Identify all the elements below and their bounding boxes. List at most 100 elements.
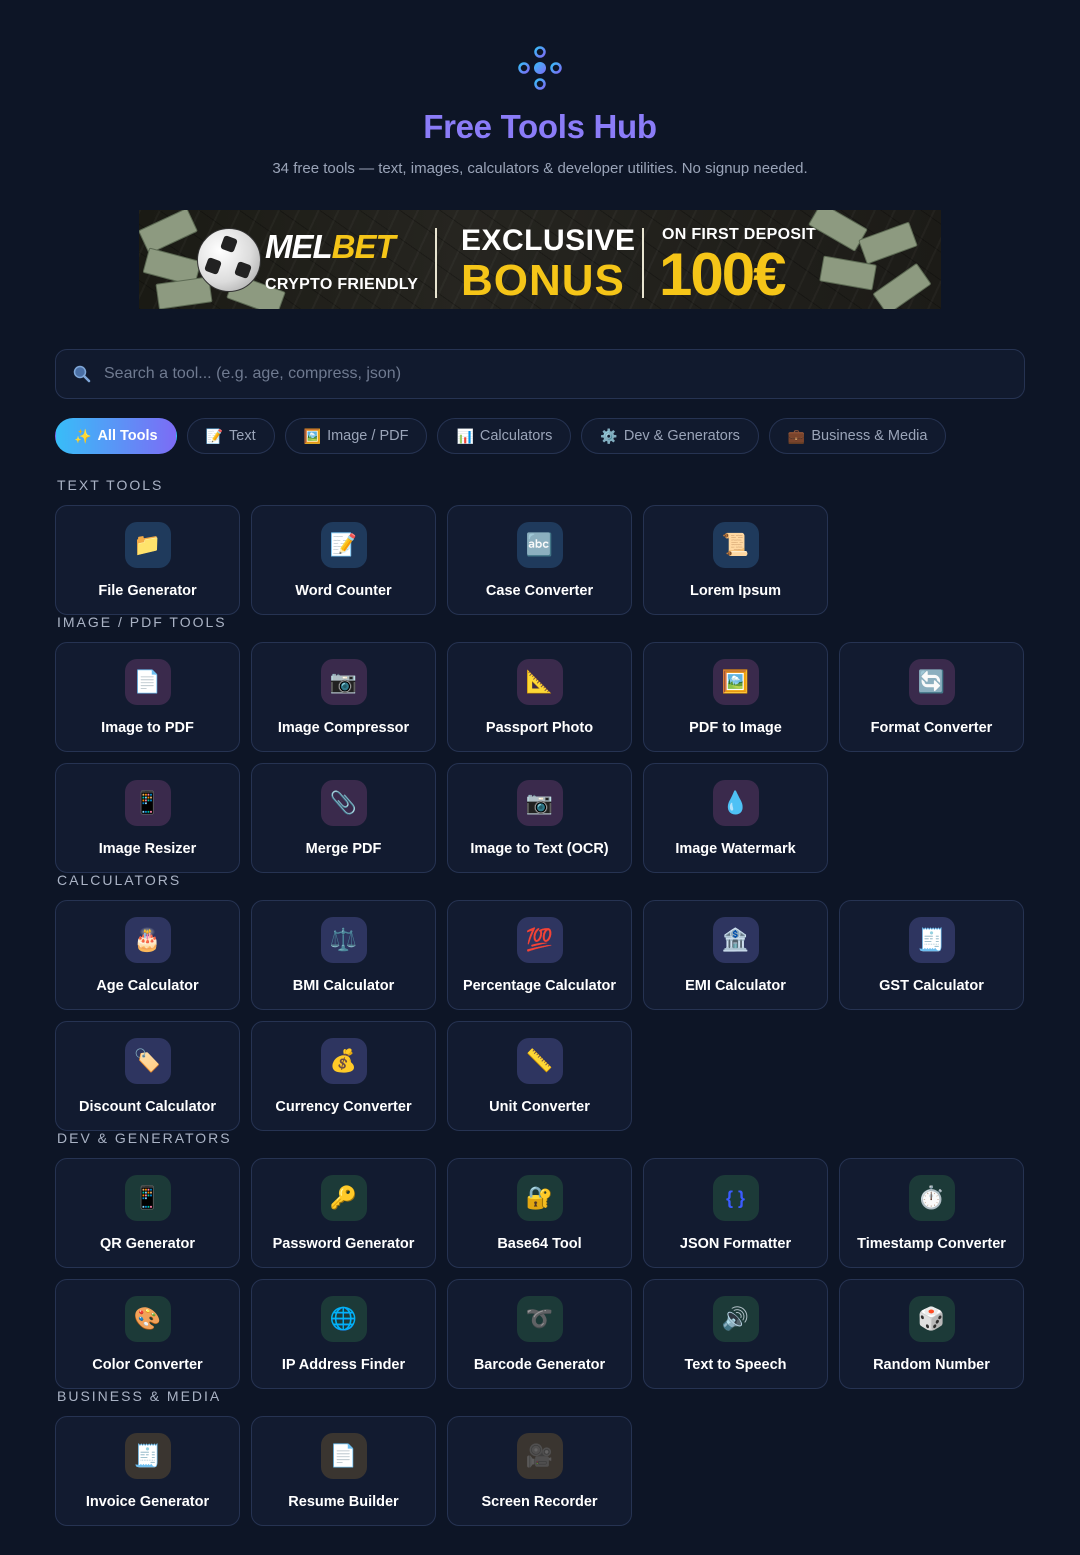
banner-headline-bonus: BONUS [461,256,625,305]
tool-card-label: Lorem Ipsum [689,583,782,599]
tool-card-discount-calculator[interactable]: 🏷️ Discount Calculator [55,1021,240,1131]
tool-card-resume-builder[interactable]: 📄 Resume Builder [251,1416,436,1526]
timestamp-converter-icon: ⏱️ [908,1175,955,1221]
filter-chip-calculators[interactable]: 📊 Calculators [437,418,572,454]
tool-card-label: Image Compressor [277,720,410,736]
tool-card-label: Image Watermark [675,841,796,857]
filter-chip-label: All Tools [97,428,158,444]
bonus-amount: 100€ [659,241,786,308]
tool-card-currency-converter[interactable]: 💰 Currency Converter [251,1021,436,1131]
tool-card-password-generator[interactable]: 🔑 Password Generator [251,1158,436,1268]
tool-card-invoice-generator[interactable]: 🧾 Invoice Generator [55,1416,240,1526]
filter-chip-dev-generators[interactable]: ⚙️ Dev & Generators [581,418,759,454]
password-generator-icon: 🔑 [320,1175,367,1221]
tool-card-lorem-ipsum[interactable]: 📜 Lorem Ipsum [643,505,828,615]
tool-card-qr-generator[interactable]: 📱 QR Generator [55,1158,240,1268]
tool-card-pdf-to-image[interactable]: 🖼️ PDF to Image [643,642,828,752]
tool-card-label: IP Address Finder [281,1357,406,1373]
tool-card-label: Color Converter [92,1357,203,1373]
random-number-icon: 🎲 [908,1296,955,1342]
filter-chip-image-pdf[interactable]: 🖼️ Image / PDF [284,418,428,454]
tool-card-text-to-speech[interactable]: 🔊 Text to Speech [643,1279,828,1389]
unit-converter-icon: 📏 [516,1038,563,1084]
tool-card-passport-photo[interactable]: 📐 Passport Photo [447,642,632,752]
filter-chip-label: Calculators [479,428,553,444]
filter-business-media-icon: 💼 [787,427,806,444]
soccer-ball-icon [197,228,261,292]
filter-chip-label: Image / PDF [327,428,409,444]
filter-chip-all-tools[interactable]: ✨ All Tools [55,418,177,454]
ip-address-finder-icon: 🌐 [320,1296,367,1342]
tool-card-json-formatter[interactable]: { } JSON Formatter [643,1158,828,1268]
tool-card-label: Currency Converter [275,1099,412,1115]
tool-card-image-to-text-ocr[interactable]: 📷 Image to Text (OCR) [447,763,632,873]
tool-card-file-generator[interactable]: 📁 File Generator [55,505,240,615]
case-converter-icon: 🔤 [516,522,563,568]
tool-card-label: Invoice Generator [85,1494,210,1510]
merge-pdf-icon: 📎 [320,780,367,826]
section-text-tools: TEXT TOOLS 📁 File Generator 📝 Word Counter 🔤 C… [55,477,1030,615]
section-title: DEV & GENERATORS [57,1130,232,1146]
tool-card-label: Resume Builder [288,1494,399,1510]
filter-chip-label: Business & Media [811,428,928,444]
section-image-pdf-tools: IMAGE / PDF TOOLS 📄 Image to PDF 📷 Image Com… [55,614,1030,873]
tool-card-image-watermark[interactable]: 💧 Image Watermark [643,763,828,873]
tool-card-unit-converter[interactable]: 📏 Unit Converter [447,1021,632,1131]
tool-card-label: Unit Converter [489,1099,590,1115]
json-formatter-icon: { } [712,1175,759,1221]
tool-card-bmi-calculator[interactable]: ⚖️ BMI Calculator [251,900,436,1010]
search-bar[interactable] [55,349,1025,399]
tool-card-image-resizer[interactable]: 📱 Image Resizer [55,763,240,873]
tool-card-merge-pdf[interactable]: 📎 Merge PDF [251,763,436,873]
qr-generator-icon: 📱 [124,1175,171,1221]
tool-card-word-counter[interactable]: 📝 Word Counter [251,505,436,615]
banner-divider [435,228,437,298]
tool-card-gst-calculator[interactable]: 🧾 GST Calculator [839,900,1024,1010]
money-right-image [791,210,941,309]
tool-grid: 🧾 Invoice Generator 📄 Resume Builder 🎥 Screen… [55,1416,1030,1526]
resume-builder-icon: 📄 [320,1433,367,1479]
tool-card-label: Image to Text (OCR) [470,841,609,857]
color-converter-icon: 🎨 [124,1296,171,1342]
image-compressor-icon: 📷 [320,659,367,705]
banner-headline: EXCLUSIVE [461,224,636,257]
tool-card-emi-calculator[interactable]: 🏦 EMI Calculator [643,900,828,1010]
tool-card-base64-tool[interactable]: 🔐 Base64 Tool [447,1158,632,1268]
tool-card-label: File Generator [98,583,197,599]
filter-chip-label: Text [229,428,256,444]
tool-card-random-number[interactable]: 🎲 Random Number [839,1279,1024,1389]
tool-card-screen-recorder[interactable]: 🎥 Screen Recorder [447,1416,632,1526]
brand-tagline: CRYPTO FRIENDLY [265,276,419,293]
tool-card-percentage-calculator[interactable]: 💯 Percentage Calculator [447,900,632,1010]
tool-card-label: Barcode Generator [473,1357,606,1373]
tool-card-ip-address-finder[interactable]: 🌐 IP Address Finder [251,1279,436,1389]
tool-card-case-converter[interactable]: 🔤 Case Converter [447,505,632,615]
ad-banner[interactable]: MELBET CRYPTO FRIENDLY EXCLUSIVE BONUS O… [139,210,941,309]
brand-logo: MELBET [265,228,396,265]
image-watermark-icon: 💧 [712,780,759,826]
barcode-generator-icon: ➰ [516,1296,563,1342]
tool-grid: 🎂 Age Calculator ⚖️ BMI Calculator 💯 Percenta… [55,900,1030,1131]
tool-card-image-compressor[interactable]: 📷 Image Compressor [251,642,436,752]
tool-card-label: Discount Calculator [79,1099,216,1115]
tool-card-age-calculator[interactable]: 🎂 Age Calculator [55,900,240,1010]
tool-card-format-converter[interactable]: 🔄 Format Converter [839,642,1024,752]
category-filters: ✨ All Tools 📝 Text 🖼️ Image / PDF 📊 Calculators… [55,418,947,454]
filter-chip-business-media[interactable]: 💼 Business & Media [768,418,947,454]
tool-card-color-converter[interactable]: 🎨 Color Converter [55,1279,240,1389]
tool-card-barcode-generator[interactable]: ➰ Barcode Generator [447,1279,632,1389]
image-to-text-ocr-icon: 📷 [516,780,563,826]
gst-calculator-icon: 🧾 [908,917,955,963]
tool-card-image-to-pdf[interactable]: 📄 Image to PDF [55,642,240,752]
emi-calculator-icon: 🏦 [712,917,759,963]
search-input[interactable] [104,365,1024,383]
tool-card-label: Merge PDF [305,841,382,857]
tool-card-timestamp-converter[interactable]: ⏱️ Timestamp Converter [839,1158,1024,1268]
filter-chip-text[interactable]: 📝 Text [186,418,275,454]
text-to-speech-icon: 🔊 [712,1296,759,1342]
image-to-pdf-icon: 📄 [124,659,171,705]
filter-dev-generators-icon: ⚙️ [600,427,618,444]
tool-card-label: Password Generator [272,1236,415,1252]
base64-tool-icon: 🔐 [516,1175,563,1221]
filter-calculators-icon: 📊 [456,427,474,444]
